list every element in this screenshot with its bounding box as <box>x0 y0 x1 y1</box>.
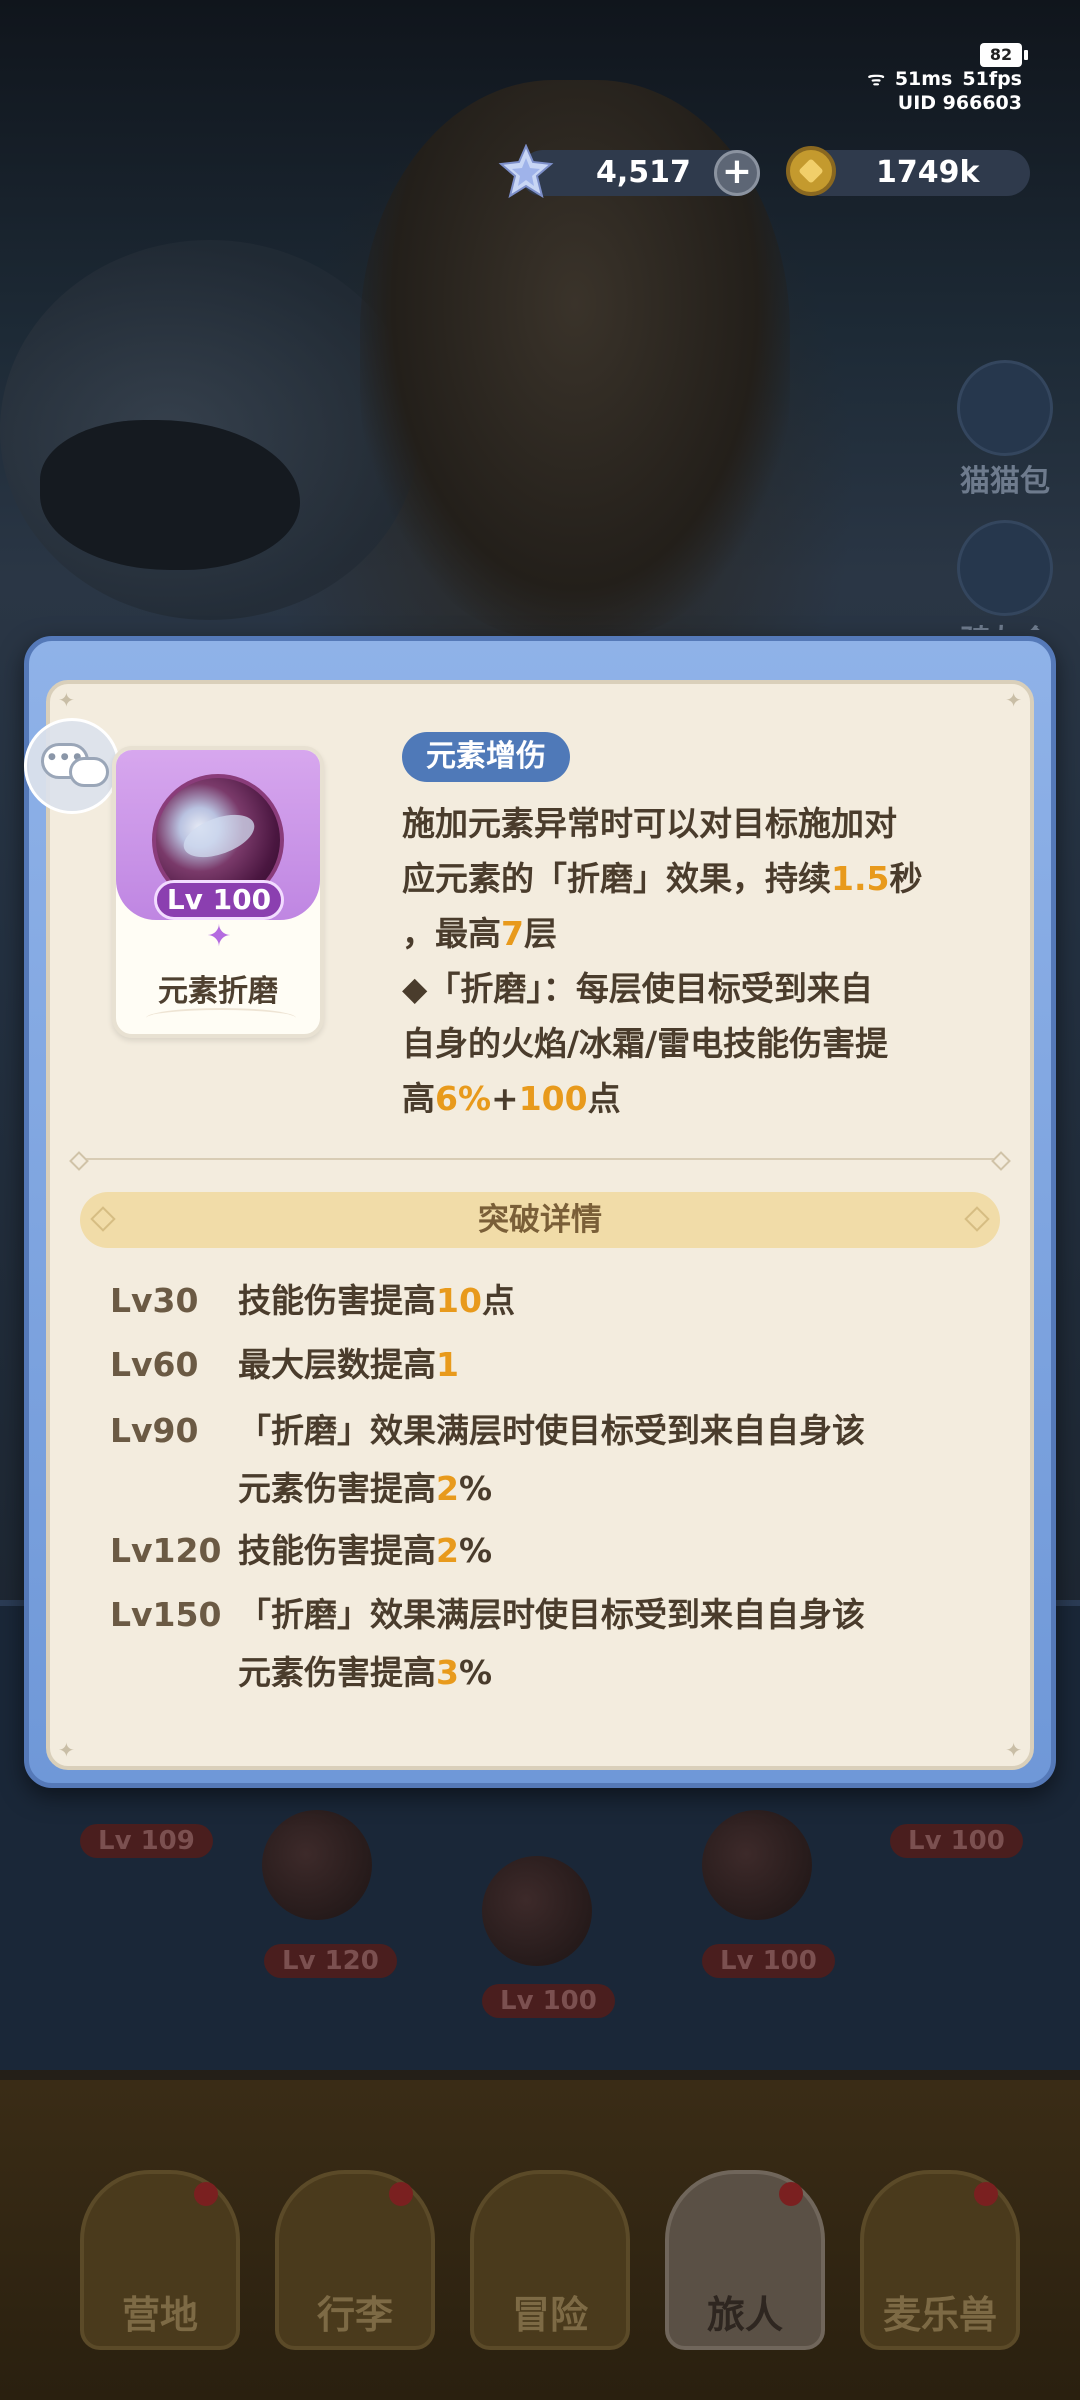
breakthrough-row: Lv30 技能伤害提高10点 <box>110 1272 990 1330</box>
breakthrough-row: Lv60 最大层数提高1 <box>110 1336 990 1394</box>
level-pill: Lv 100 <box>482 1984 615 2018</box>
section-divider <box>80 1158 1000 1160</box>
breakthrough-level: Lv30 <box>110 1281 199 1320</box>
status-area: 82 ᯤ 51ms 51fps UID 966603 <box>857 42 1028 115</box>
breakthrough-text: 「折磨」效果满层时使目标受到来自自身该 <box>238 1411 865 1450</box>
skill-category-tag: 元素增伤 <box>402 732 570 782</box>
breakthrough-text: 最大层数提高1 <box>238 1345 459 1384</box>
skill-orb-thunder <box>702 1810 812 1920</box>
corner-ornament: ✦ <box>1005 688 1022 712</box>
side-menu-label: 猫猫包 <box>960 464 1050 499</box>
side-menu-rider-club[interactable]: 骑友会 <box>950 520 1060 630</box>
desc-line: 高6%+100点 <box>402 1079 621 1118</box>
corner-ornament: ✦ <box>1005 1738 1022 1762</box>
breakthrough-row: Lv150 「折磨」效果满层时使目标受到来自自身该 元素伤害提高3% <box>110 1586 990 1702</box>
level-pill: Lv 100 <box>702 1944 835 1978</box>
level-pill: Lv 109 <box>80 1824 213 1858</box>
corner-ornament: ✦ <box>58 688 75 712</box>
fps-text: 51fps <box>962 68 1022 90</box>
nav-traveler[interactable]: 旅人 <box>665 2170 825 2350</box>
desc-line: 自身的火焰/冰霜/雷电技能伤害提 <box>402 1024 889 1063</box>
breakthrough-row: Lv90 「折磨」效果满层时使目标受到来自自身该 元素伤害提高2% <box>110 1402 990 1518</box>
skill-orb-element <box>482 1856 592 1966</box>
side-menu-label: 骑友会 <box>950 616 1060 630</box>
breakthrough-text: 元素伤害提高3% <box>238 1653 493 1692</box>
notification-dot <box>194 2182 218 2206</box>
nav-label: 行李 <box>316 2293 393 2337</box>
notification-dot <box>389 2182 413 2206</box>
nav-camp[interactable]: 营地 <box>80 2170 240 2350</box>
level-pill: Lv 100 <box>890 1824 1023 1858</box>
nav-label: 旅人 <box>706 2293 783 2337</box>
breakthrough-text: 技能伤害提高2% <box>238 1531 493 1570</box>
uid-text: UID 966603 <box>897 92 1022 114</box>
chat-button[interactable] <box>24 718 120 814</box>
skill-level-badge: Lv 100 <box>154 880 284 920</box>
diamond-ornament-icon <box>964 1206 990 1232</box>
nav-adventure[interactable]: 冒险 <box>470 2170 630 2350</box>
skill-card: Lv 100 ✦ 元素折磨 <box>112 746 324 1038</box>
gem-amount: 4,517 <box>596 155 691 190</box>
breakthrough-level: Lv60 <box>110 1345 199 1384</box>
notification-dot <box>974 2182 998 2206</box>
notification-dot <box>779 2182 803 2206</box>
add-gems-button[interactable]: + <box>714 150 760 196</box>
skill-description: 施加元素异常时可以对目标施加对 应元素的「折磨」效果，持续1.5秒 ，最高7层 … <box>402 796 984 1126</box>
breakthrough-row: Lv120 技能伤害提高2% <box>110 1522 990 1580</box>
nav-luggage[interactable]: 行李 <box>275 2170 435 2350</box>
side-menu-cat-bag[interactable]: 猫猫包 <box>950 360 1060 500</box>
breakthrough-text: 「折磨」效果满层时使目标受到来自自身该 <box>238 1595 865 1634</box>
ping-text: 51ms <box>894 68 953 90</box>
breakthrough-title: 突破详情 <box>478 1202 602 1238</box>
nav-label: 麦乐兽 <box>882 2293 997 2337</box>
gold-amount: 1749k <box>876 155 980 190</box>
breakthrough-level: Lv150 <box>110 1595 222 1634</box>
desc-line: ，最高7层 <box>402 914 557 953</box>
nav-melebeast[interactable]: 麦乐兽 <box>860 2170 1020 2350</box>
breakthrough-level: Lv120 <box>110 1531 222 1570</box>
gold-coin-icon <box>786 146 836 196</box>
bottom-nav: 营地 行李 冒险 旅人 麦乐兽 <box>80 2170 1020 2350</box>
wifi-icon: ᯤ <box>867 68 885 90</box>
nav-label: 营地 <box>121 2293 198 2337</box>
card-pattern <box>146 1008 296 1028</box>
horse-icon <box>957 520 1053 616</box>
nav-label: 冒险 <box>511 2293 588 2337</box>
corner-ornament: ✦ <box>58 1738 75 1762</box>
skill-orb-fire <box>262 1810 372 1920</box>
gem-icon <box>498 144 554 199</box>
diamond-ornament-icon <box>90 1206 116 1232</box>
sparkle-icon: ✦ <box>206 919 232 954</box>
cat-bag-icon <box>957 360 1053 456</box>
breakthrough-text: 元素伤害提高2% <box>238 1469 493 1508</box>
skill-name: 元素折磨 <box>158 974 278 1009</box>
breakthrough-header: 突破详情 <box>80 1192 1000 1248</box>
level-pill: Lv 120 <box>264 1944 397 1978</box>
battery-icon: 82 <box>980 43 1028 67</box>
desc-line: 施加元素异常时可以对目标施加对 <box>402 804 897 843</box>
breakthrough-level: Lv90 <box>110 1411 199 1450</box>
desc-line: 应元素的「折磨」效果，持续1.5秒 <box>402 859 923 898</box>
desc-line: ◆「折磨」：每层使目标受到来自 <box>402 969 873 1008</box>
breakthrough-text: 技能伤害提高10点 <box>238 1281 515 1320</box>
chat-bubble-icon <box>69 757 109 787</box>
